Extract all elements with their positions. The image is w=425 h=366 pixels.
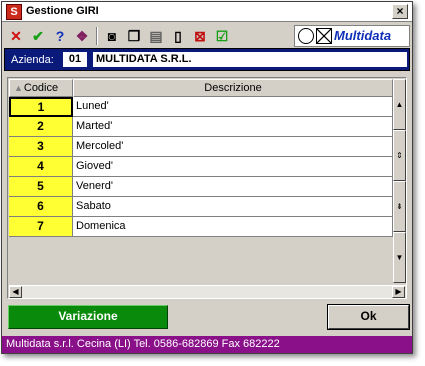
app-icon: S (6, 4, 22, 20)
table-row[interactable]: 7 Domenica (9, 217, 393, 237)
page-down-button[interactable]: ⇟ (393, 181, 406, 232)
title-bar[interactable]: S Gestione GIRI × (2, 2, 412, 22)
book-icon[interactable]: ❖ (72, 26, 92, 46)
cell-codice[interactable]: 1 (9, 97, 73, 117)
cell-descrizione[interactable]: Domenica (73, 217, 393, 237)
confirm-check-icon[interactable]: ✔ (28, 26, 48, 46)
cell-codice[interactable]: 3 (9, 137, 73, 157)
brand-logo: Multidata (294, 25, 410, 47)
main-window: S Gestione GIRI × ✕ ✔ ? ❖ ◙ ❐ ▤ ▯ ⊠ ☑ Mu… (1, 1, 413, 354)
table-row[interactable]: 4 Gioved' (9, 157, 393, 177)
circle-icon (298, 28, 314, 44)
help-icon[interactable]: ? (50, 26, 70, 46)
table-row[interactable]: 2 Marted' (9, 117, 393, 137)
cell-descrizione[interactable]: Mercoled' (73, 137, 393, 157)
checkbox-icon[interactable]: ☑ (212, 26, 232, 46)
remove-record-icon[interactable]: ⊠ (190, 26, 210, 46)
paste-icon[interactable]: ▤ (146, 26, 166, 46)
cell-codice[interactable]: 6 (9, 197, 73, 217)
cell-codice[interactable]: 7 (9, 217, 73, 237)
toolbar: ✕ ✔ ? ❖ ◙ ❐ ▤ ▯ ⊠ ☑ Multidata (2, 24, 412, 48)
delete-x-icon[interactable]: ✕ (6, 26, 26, 46)
vertical-scrollbar[interactable]: ▲ ⇕ ⇟ ▼ (393, 79, 406, 285)
variazione-button[interactable]: Variazione (8, 305, 168, 329)
page-up-down-button[interactable]: ⇕ (393, 130, 406, 181)
sort-arrow-icon: ▲ (14, 83, 23, 93)
scroll-left-button[interactable]: ◀ (9, 286, 22, 298)
grid-body: ▲ Codice Descrizione 1 Luned' 2 Marted' … (9, 79, 393, 285)
brand-name: Multidata (334, 28, 392, 43)
cell-codice[interactable]: 5 (9, 177, 73, 197)
ok-button[interactable]: Ok (327, 304, 410, 330)
crossed-box-icon (316, 28, 332, 44)
azienda-bar: Azienda: 01 MULTIDATA S.R.L. (4, 48, 410, 71)
column-header-codice-label: Codice (23, 82, 59, 94)
table-row[interactable]: 1 Luned' (9, 97, 393, 117)
cell-descrizione[interactable]: Luned' (73, 97, 393, 117)
cell-descrizione[interactable]: Marted' (73, 117, 393, 137)
azienda-name: MULTIDATA S.R.L. (93, 52, 407, 67)
cell-codice[interactable]: 2 (9, 117, 73, 137)
column-header-codice[interactable]: ▲ Codice (9, 79, 73, 97)
scroll-up-button[interactable]: ▲ (393, 79, 406, 130)
window-title: Gestione GIRI (26, 5, 99, 17)
azienda-code: 01 (63, 52, 87, 67)
azienda-label: Azienda: (11, 54, 54, 66)
new-document-icon[interactable]: ▯ (168, 26, 188, 46)
horizontal-scrollbar[interactable]: ◀ ▶ (9, 285, 406, 298)
close-button[interactable]: × (392, 4, 408, 19)
table-row[interactable]: 5 Venerd' (9, 177, 393, 197)
binoculars-icon[interactable]: ◙ (102, 26, 122, 46)
status-bar: Multidata s.r.l. Cecina (LI) Tel. 0586-6… (2, 336, 412, 353)
table-row[interactable]: 6 Sabato (9, 197, 393, 217)
table-row[interactable]: 3 Mercoled' (9, 137, 393, 157)
column-header-descrizione[interactable]: Descrizione (73, 79, 393, 97)
cell-descrizione[interactable]: Sabato (73, 197, 393, 217)
giri-grid: ▲ Codice Descrizione 1 Luned' 2 Marted' … (7, 77, 407, 299)
cell-codice[interactable]: 4 (9, 157, 73, 177)
cell-descrizione[interactable]: Venerd' (73, 177, 393, 197)
scroll-down-button[interactable]: ▼ (393, 232, 406, 283)
cell-descrizione[interactable]: Gioved' (73, 157, 393, 177)
toolbar-separator (96, 27, 98, 45)
copy-icon[interactable]: ❐ (124, 26, 144, 46)
scroll-right-button[interactable]: ▶ (392, 286, 405, 298)
